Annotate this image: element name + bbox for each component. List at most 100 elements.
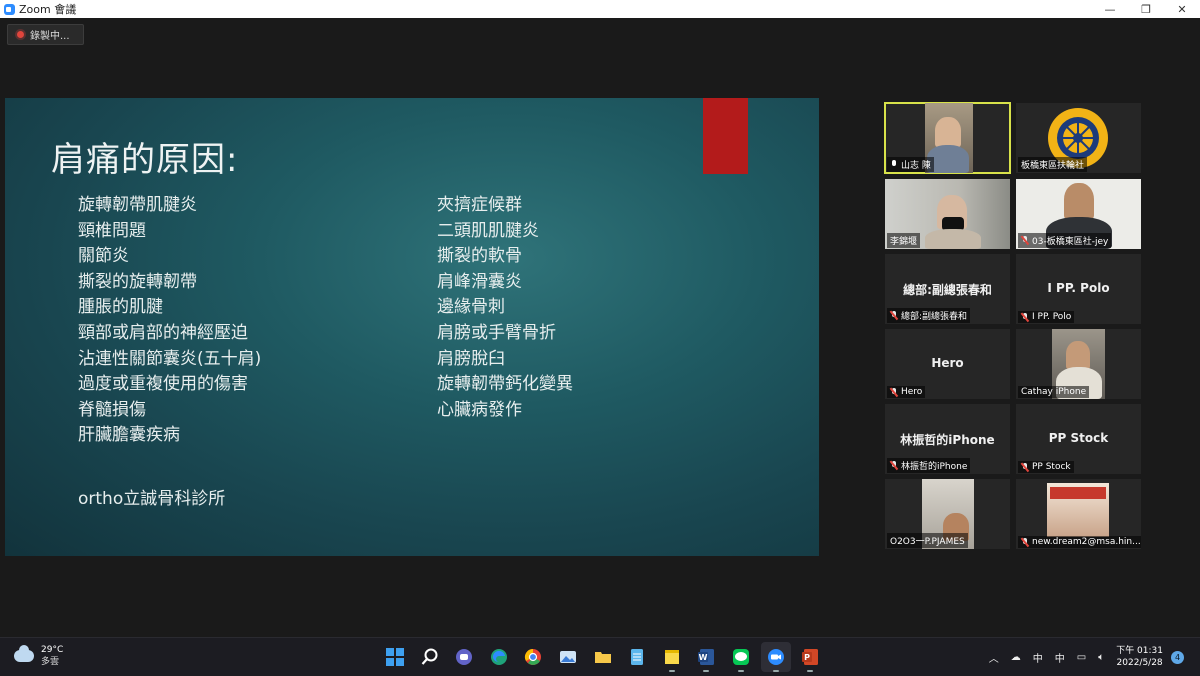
notepad-icon[interactable] bbox=[622, 642, 652, 672]
participant-tile[interactable]: 李錦堰 bbox=[885, 179, 1010, 249]
record-icon bbox=[17, 31, 24, 38]
chevron-up-icon[interactable]: ︿ bbox=[989, 650, 999, 665]
banner-shape bbox=[1050, 487, 1106, 499]
participant-name-label: 山志 陳 bbox=[887, 157, 934, 172]
mic-muted-icon bbox=[1021, 537, 1029, 547]
participant-tile[interactable]: new.dream2@msa.hin... bbox=[1016, 479, 1141, 549]
participant-tile[interactable]: 山志 陳 bbox=[884, 102, 1011, 174]
slide-bullet: 沾連性關節囊炎(五十肩) bbox=[78, 348, 262, 369]
mic-muted-icon bbox=[890, 311, 898, 320]
window-title: Zoom 會議 bbox=[19, 3, 77, 16]
windows-taskbar: 29°C 多雲 W P ︿ ☁ 中 中 ▭ 🔈︎ 下午 01:31 2022/5… bbox=[0, 637, 1200, 676]
start-menu-icon[interactable] bbox=[380, 642, 410, 672]
participant-display-name: 林振哲的iPhone bbox=[900, 433, 995, 447]
mic-muted-icon bbox=[1021, 462, 1029, 472]
participant-display-name: I PP. Polo bbox=[1047, 281, 1110, 295]
powerpoint-icon[interactable]: P bbox=[795, 642, 825, 672]
participant-name-label: new.dream2@msa.hin... bbox=[1018, 536, 1141, 548]
participant-tile[interactable]: 03-板橋東區社-jey bbox=[1016, 179, 1141, 249]
participant-name-label: 03-板橋東區社-jey bbox=[1018, 233, 1112, 248]
window-controls: — ❐ ✕ bbox=[1092, 0, 1200, 18]
participant-name-label: Hero bbox=[887, 386, 926, 398]
slide-left-column: 旋轉韌帶肌腱炎 頸椎問題 關節炎 撕裂的旋轉韌帶 腫脹的肌腱 頸部或肩部的神經壓… bbox=[78, 193, 261, 449]
participant-name-label: Cathay iPhone bbox=[1018, 386, 1090, 398]
participant-tile[interactable]: 總部:副總張春和 總部:副總張春和 bbox=[885, 254, 1010, 324]
taskbar-app-list: W P bbox=[380, 642, 830, 672]
participant-name-label: PP Stock bbox=[1018, 461, 1074, 473]
slide-bullet: 夾擠症候群 bbox=[437, 195, 522, 215]
ime-mode-indicator[interactable]: 中 bbox=[1055, 650, 1065, 665]
slide-bullet: 旋轉韌帶肌腱炎 bbox=[78, 195, 197, 215]
slide-bullet: 肩膀脫臼 bbox=[437, 348, 505, 369]
slide-bullet: 關節炎 bbox=[78, 246, 129, 267]
participant-face bbox=[1064, 183, 1094, 219]
minimize-button[interactable]: — bbox=[1092, 0, 1128, 18]
cloud-icon bbox=[14, 645, 34, 662]
close-button[interactable]: ✕ bbox=[1164, 0, 1200, 18]
participant-display-name: Hero bbox=[931, 356, 964, 370]
participant-tile[interactable]: PP Stock PP Stock bbox=[1016, 404, 1141, 474]
mic-muted-icon bbox=[1021, 236, 1029, 245]
slide-bullet: 心臟病發作 bbox=[437, 399, 522, 420]
participant-name-label: 板橋東區扶輪社 bbox=[1018, 157, 1088, 172]
participant-face bbox=[935, 117, 961, 147]
participant-tile[interactable]: Cathay iPhone bbox=[1016, 329, 1141, 399]
participant-tile[interactable]: 板橋東區扶輪社 bbox=[1016, 103, 1141, 173]
slide-bullet: 過度或重複使用的傷害 bbox=[78, 374, 248, 395]
weather-widget[interactable]: 29°C 多雲 bbox=[14, 644, 63, 668]
participant-name-label: 林振哲的iPhone bbox=[887, 458, 971, 473]
participant-display-name: PP Stock bbox=[1048, 431, 1109, 445]
svg-text:W: W bbox=[699, 653, 708, 662]
microphone-icon bbox=[890, 160, 898, 169]
weather-description: 多雲 bbox=[41, 657, 60, 667]
ime-language-indicator[interactable]: 中 bbox=[1033, 650, 1043, 665]
search-icon[interactable] bbox=[415, 642, 445, 672]
word-icon[interactable]: W bbox=[691, 642, 721, 672]
participant-display-name: 總部:副總張春和 bbox=[903, 283, 992, 297]
slide-bullet: 肝臟膽囊疾病 bbox=[78, 425, 180, 446]
line-app-icon[interactable] bbox=[726, 642, 756, 672]
onedrive-cloud-icon[interactable]: ☁ bbox=[1011, 652, 1021, 663]
zoom-app-icon bbox=[4, 3, 15, 15]
participant-tile[interactable]: Hero Hero bbox=[885, 329, 1010, 399]
photos-icon[interactable] bbox=[553, 642, 583, 672]
slide-bullet: 邊緣骨刺 bbox=[437, 297, 505, 318]
participant-tile[interactable]: O2O3一P.PJAMES bbox=[885, 479, 1010, 549]
zoom-app-icon[interactable] bbox=[760, 642, 791, 672]
volume-icon[interactable]: 🔈︎ bbox=[1098, 652, 1104, 663]
file-explorer-icon[interactable] bbox=[588, 642, 618, 672]
chrome-browser-icon[interactable] bbox=[518, 642, 548, 672]
slide-title: 肩痛的原因: bbox=[51, 140, 239, 180]
svg-text:P: P bbox=[804, 653, 810, 662]
edge-browser-icon[interactable] bbox=[484, 642, 514, 672]
slide-accent-bar bbox=[703, 98, 748, 174]
system-tray: ︿ ☁ 中 中 ▭ 🔈︎ 下午 01:31 2022/5/28 4 bbox=[989, 638, 1200, 676]
sticky-notes-icon[interactable] bbox=[657, 642, 687, 672]
notification-badge[interactable]: 4 bbox=[1171, 650, 1184, 664]
slide-footer: ortho立誠骨科診所 bbox=[78, 489, 226, 509]
teams-chat-icon[interactable] bbox=[449, 642, 479, 672]
participant-tile[interactable]: 林振哲的iPhone 林振哲的iPhone bbox=[885, 404, 1010, 474]
recording-label: 錄製中... bbox=[30, 31, 70, 42]
display-icon[interactable]: ▭ bbox=[1077, 652, 1086, 663]
participant-name-label: 總部:副總張春和 bbox=[887, 308, 971, 323]
slide-right-column: 夾擠症候群 二頭肌肌腱炎 撕裂的軟骨 肩峰滑囊炎 邊緣骨刺 肩膀或手臂骨折 肩膀… bbox=[437, 193, 573, 423]
participant-name-label: I PP. Polo bbox=[1018, 311, 1075, 323]
participant-body bbox=[925, 229, 981, 249]
participant-name-label: O2O3一P.PJAMES bbox=[887, 533, 968, 548]
maximize-button[interactable]: ❐ bbox=[1128, 0, 1164, 18]
slide-bullet: 二頭肌肌腱炎 bbox=[437, 220, 539, 241]
mic-muted-icon bbox=[890, 461, 898, 470]
clock-date: 2022/5/28 bbox=[1116, 658, 1163, 668]
taskbar-clock[interactable]: 下午 01:31 2022/5/28 bbox=[1116, 645, 1163, 669]
slide-bullet: 肩峰滑囊炎 bbox=[437, 271, 522, 292]
recording-indicator[interactable]: 錄製中... bbox=[7, 24, 84, 45]
slide-bullet: 旋轉韌帶鈣化變異 bbox=[437, 374, 573, 395]
slide-bullet: 頸椎問題 bbox=[78, 220, 146, 241]
slide-bullet: 腫脹的肌腱 bbox=[78, 297, 163, 318]
participant-tile[interactable]: I PP. Polo I PP. Polo bbox=[1016, 254, 1141, 324]
mic-muted-icon bbox=[890, 387, 898, 397]
mic-muted-icon bbox=[1021, 312, 1029, 322]
slide-bullet: 頸部或肩部的神經壓迫 bbox=[78, 322, 248, 343]
weather-temperature: 29°C bbox=[41, 645, 64, 655]
